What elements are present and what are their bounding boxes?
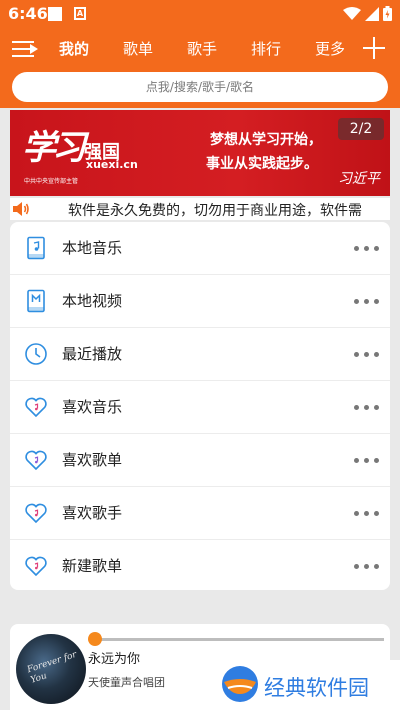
banner-signature: 习近平: [338, 171, 380, 187]
more-options-icon[interactable]: [354, 352, 380, 358]
menu-item-liked-playlists[interactable]: 喜欢歌单: [10, 434, 390, 487]
more-options-icon[interactable]: [354, 405, 380, 411]
logo-domain: xuexi.cn: [86, 158, 138, 171]
tab-rankings[interactable]: 排行: [251, 38, 281, 59]
more-options-icon[interactable]: [354, 458, 380, 464]
menu-item-new-playlist[interactable]: 新建歌单: [10, 540, 390, 590]
logo-caption: 中共中央宣传部主管: [24, 178, 79, 185]
watermark-logo-icon: [222, 666, 258, 702]
menu-item-label: 喜欢歌手: [62, 504, 123, 522]
signal-icon: [365, 6, 379, 21]
banner-page-indicator: 2/2: [338, 118, 384, 140]
promo-banner[interactable]: 学习 强国 xuexi.cn 中共中央宣传部主管 梦想从学习开始， 事业从实践起…: [10, 110, 390, 196]
heart-music-icon: [25, 397, 47, 418]
tab-singers[interactable]: 歌手: [187, 38, 217, 59]
menu-item-liked-singers[interactable]: 喜欢歌手: [10, 487, 390, 540]
watermark: 经典软件园: [212, 660, 400, 710]
xuexi-logo: 学习 强国 xuexi.cn 中共中央宣传部主管: [22, 120, 138, 185]
motto-line-2: 事业从实践起步。: [206, 156, 318, 172]
heart-music-icon: [25, 556, 47, 577]
notification-icon: [48, 7, 62, 21]
video-file-icon: [27, 289, 45, 313]
menu-item-recent[interactable]: 最近播放: [10, 328, 390, 381]
menu-item-label: 最近播放: [62, 345, 123, 363]
logo-calligraphy: 学习: [22, 128, 86, 168]
song-artist: 天使童声合唱团: [88, 676, 165, 689]
notice-marquee: 软件是永久免费的，切勿用于商业用途，软件需: [10, 198, 390, 220]
speaker-icon: [13, 202, 29, 216]
status-indicators: [343, 6, 392, 21]
tab-mine[interactable]: 我的: [59, 38, 89, 59]
app-notification-icon: A: [74, 7, 86, 20]
banner-motto: 梦想从学习开始， 事业从实践起步。: [206, 128, 322, 176]
menu-item-label: 本地音乐: [62, 239, 123, 257]
menu-item-label: 喜欢音乐: [62, 398, 123, 416]
tab-playlists[interactable]: 歌单: [123, 38, 153, 59]
more-options-icon[interactable]: [354, 299, 380, 305]
library-menu: 本地音乐 本地视频 最近播放 喜欢音乐 喜欢歌单 喜欢歌手 新建歌单: [10, 222, 390, 590]
notice-text: 软件是永久免费的，切勿用于商业用途，软件需: [68, 203, 362, 219]
motto-line-1: 梦想从学习开始，: [210, 132, 322, 148]
status-bar: 6:46 A: [0, 0, 400, 28]
progress-knob[interactable]: [88, 632, 102, 646]
status-time: 6:46: [8, 4, 48, 23]
search-input[interactable]: [12, 72, 388, 102]
more-options-icon[interactable]: [354, 246, 380, 252]
menu-item-local-video[interactable]: 本地视频: [10, 275, 390, 328]
wifi-icon: [343, 6, 361, 20]
tab-more[interactable]: 更多: [315, 38, 345, 59]
album-art[interactable]: Forever for You: [16, 634, 86, 704]
search-bar: [0, 72, 400, 108]
add-icon[interactable]: [362, 36, 386, 60]
menu-item-label: 喜欢歌单: [62, 451, 123, 469]
more-options-icon[interactable]: [354, 564, 380, 570]
menu-icon[interactable]: [10, 38, 40, 62]
menu-item-label: 新建歌单: [62, 557, 123, 575]
menu-item-liked-music[interactable]: 喜欢音乐: [10, 381, 390, 434]
progress-track[interactable]: [94, 638, 384, 641]
menu-item-label: 本地视频: [62, 292, 123, 310]
battery-icon: [383, 6, 392, 21]
music-file-icon: [27, 236, 45, 260]
clock-icon: [25, 343, 47, 365]
menu-item-local-music[interactable]: 本地音乐: [10, 222, 390, 275]
heart-music-icon: [25, 450, 47, 471]
top-nav-bar: 我的 歌单 歌手 排行 更多: [0, 28, 400, 72]
more-options-icon[interactable]: [354, 511, 380, 517]
watermark-text: 经典软件园: [264, 676, 369, 700]
album-art-text: Forever for You: [26, 649, 79, 686]
heart-music-icon: [25, 503, 47, 524]
song-title: 永远为你: [88, 652, 141, 667]
